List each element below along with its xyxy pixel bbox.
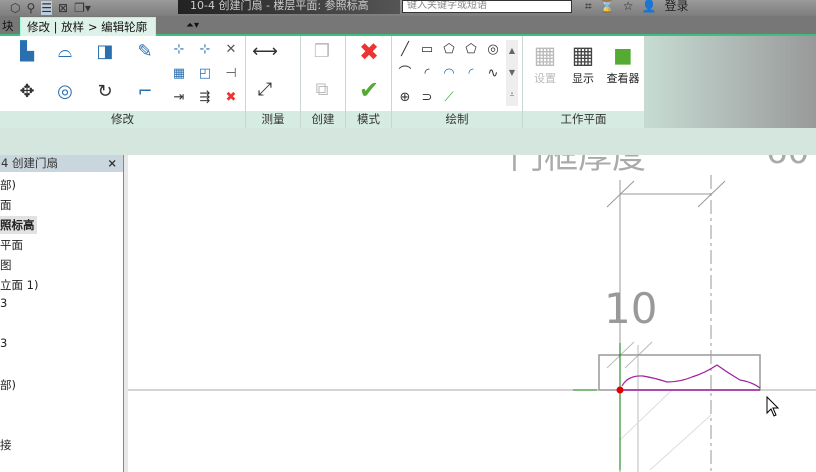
favorites-icon[interactable]: ☆ xyxy=(623,0,634,12)
profile-spline[interactable] xyxy=(621,364,761,389)
browser-item[interactable]: 部) xyxy=(0,176,16,194)
grid-icon: ▦ xyxy=(533,41,557,69)
measure-distance-icon[interactable]: ⤢ xyxy=(252,80,278,100)
inscribed-polygon-icon[interactable]: ⬠ xyxy=(440,40,458,60)
ribbon-minimize-button[interactable]: ⏶▾ xyxy=(180,17,205,36)
mouse-cursor-icon xyxy=(766,395,780,417)
drawing-canvas[interactable]: 门框厚度 60 10 xyxy=(128,155,816,472)
panel-modify: ▙ ⌓ ◨ ✎ ⊹ ⊹ ✕ ✥ ◎ ↻ ⌐ ▦ ◰ ⊣ ⇥ ⇶ ✖ 修改 xyxy=(0,36,246,128)
browser-item-selected[interactable]: 照标高 xyxy=(0,216,37,234)
partial-ellipse-icon[interactable]: ⊃ xyxy=(418,88,436,108)
browser-item[interactable]: 平面 xyxy=(0,236,23,254)
panel-label: 绘制 xyxy=(392,111,522,128)
label-heading-value: 60 xyxy=(766,155,809,172)
rectangle-icon[interactable]: ▭ xyxy=(418,40,436,60)
panel-label: 模式 xyxy=(346,111,391,128)
origin-point[interactable] xyxy=(616,386,624,394)
create-group-icon[interactable]: ❒ xyxy=(309,42,335,62)
panel-measure: ⟷ ⤢ 测量 xyxy=(246,36,301,128)
split-gap-icon[interactable]: ⊹ xyxy=(196,40,214,60)
switch-windows-icon[interactable]: ❐▾ xyxy=(74,1,91,15)
project-browser-header: 4 创建门扇 × xyxy=(0,155,123,172)
show-work-plane-button[interactable]: ▦ 显示 xyxy=(563,40,603,86)
panel-mode: ✖ ✔ 模式 xyxy=(346,36,392,128)
line-icon[interactable]: ╱ xyxy=(396,40,414,60)
window-title: 10-4 创建门扇 - 楼层平面: 参照标高 xyxy=(178,0,400,14)
options-bar xyxy=(0,128,816,155)
binoculars-icon[interactable]: ⌗ xyxy=(585,0,592,12)
search-input[interactable]: 键入关键字或短语 xyxy=(402,0,572,13)
fillet-arc-icon[interactable]: ◜ xyxy=(462,64,480,84)
mirror-axis-icon[interactable]: ◨ xyxy=(92,42,118,62)
work-plane-viewer-button[interactable]: ◼ 查看器 xyxy=(603,40,643,86)
copy-icon[interactable]: ◎ xyxy=(52,82,78,102)
array-icon[interactable]: ▦ xyxy=(170,64,188,84)
browser-item[interactable]: 3 xyxy=(0,334,7,352)
title-bar: ⬡ ⚲ ☰ ⊠ ❐▾ 10-4 创建门扇 - 楼层平面: 参照标高 键入关键字或… xyxy=(0,0,816,16)
mirror-draw-icon[interactable]: ✎ xyxy=(132,42,158,62)
browser-item[interactable]: 面 xyxy=(0,196,12,214)
project-browser: 4 创建门扇 × 部) 面 照标高 平面 图 立面 1) 3 3 部) 接 xyxy=(0,155,124,472)
ribbon: ▙ ⌓ ◨ ✎ ⊹ ⊹ ✕ ✥ ◎ ↻ ⌐ ▦ ◰ ⊣ ⇥ ⇶ ✖ 修改 ⟷ ⤢… xyxy=(0,36,816,128)
ellipse-icon[interactable]: ⊕ xyxy=(396,88,414,108)
unpin-icon[interactable]: ✕ xyxy=(222,40,240,60)
grid-bulb-icon: ▦ xyxy=(571,41,595,69)
tangent-arc-icon[interactable]: ◠ xyxy=(440,64,458,84)
browser-item[interactable]: 接 xyxy=(0,436,12,454)
tab-partial[interactable]: 块 xyxy=(0,17,20,36)
spline-icon[interactable]: ∿ xyxy=(484,64,502,84)
open-icon[interactable]: ⬡ xyxy=(10,1,20,15)
browser-item[interactable]: 3 xyxy=(0,294,7,312)
panel-work-plane: ▦ 设置 ▦ 显示 ◼ 查看器 工作平面 xyxy=(523,36,645,128)
browser-item[interactable]: 部) xyxy=(0,376,16,394)
project-browser-title: 4 创建门扇 xyxy=(1,156,58,170)
cancel-edit-icon[interactable]: ✖ xyxy=(356,40,382,64)
panel-label: 工作平面 xyxy=(523,111,644,128)
trim-extend-icon[interactable]: ⌐ xyxy=(132,82,158,102)
center-arc-icon[interactable]: ◜ xyxy=(418,64,436,84)
scale-icon[interactable]: ◰ xyxy=(196,64,214,84)
panel-label: 创建 xyxy=(301,111,345,128)
start-end-arc-icon[interactable]: ⌒ xyxy=(396,64,414,84)
rotate-icon[interactable]: ↻ xyxy=(92,82,118,102)
hatch-line xyxy=(649,414,712,471)
panel-label: 测量 xyxy=(246,111,300,128)
cube-icon: ◼ xyxy=(613,41,633,69)
create-similar-icon[interactable]: ⧉ xyxy=(309,80,335,100)
circle-icon[interactable]: ◎ xyxy=(484,40,502,60)
delete-icon[interactable]: ✖ xyxy=(222,88,240,108)
align-icon[interactable]: ▙ xyxy=(14,42,40,62)
browser-item[interactable]: 立面 1) xyxy=(0,276,38,294)
login-button[interactable]: 登录 xyxy=(664,0,688,12)
user-icon[interactable]: 👤 xyxy=(641,0,656,12)
label-heading: 门框厚度 xyxy=(510,155,646,177)
circumscribed-polygon-icon[interactable]: ⬠ xyxy=(462,40,480,60)
move-icon[interactable]: ✥ xyxy=(14,82,40,102)
trim-single-icon[interactable]: ⇥ xyxy=(170,88,188,108)
aligned-dimension-icon[interactable]: ⟷ xyxy=(252,42,278,62)
pick-lines-icon[interactable]: ⟋ xyxy=(440,88,458,108)
panel-create: ❒ ⧉ 创建 xyxy=(301,36,346,128)
close-icon[interactable]: × xyxy=(107,155,117,172)
dimension-value[interactable]: 10 xyxy=(604,284,657,333)
panel-label: 修改 xyxy=(0,111,245,128)
measure-icon[interactable]: ⚲ xyxy=(26,1,35,15)
quick-access-toolbar: ⬡ ⚲ ☰ ⊠ ❐▾ xyxy=(0,0,91,16)
tab-modify-sweep-edit-profile[interactable]: 修改 | 放样 > 编辑轮廓 xyxy=(20,17,156,36)
offset-icon[interactable]: ⌓ xyxy=(52,42,78,62)
ribbon-tabs: 块 修改 | 放样 > 编辑轮廓 ⏶▾ xyxy=(0,16,816,36)
subscription-icon[interactable]: ⌛ xyxy=(600,0,615,12)
panel-draw: ╱ ▭ ⬠ ⬠ ◎ ⌒ ◜ ◠ ◜ ∿ ⊕ ⊃ ⟋ ▲ ▼ ⩡ 绘制 xyxy=(392,36,523,128)
thin-lines-icon[interactable]: ☰ xyxy=(41,1,53,15)
drawing-svg: 门框厚度 60 10 xyxy=(128,155,816,472)
pin-icon[interactable]: ⊣ xyxy=(222,64,240,84)
split-icon[interactable]: ⊹ xyxy=(170,40,188,60)
set-work-plane-button[interactable]: ▦ 设置 xyxy=(525,40,565,86)
hatch-line xyxy=(619,389,673,441)
finish-edit-icon[interactable]: ✔ xyxy=(356,78,382,102)
close-hidden-icon[interactable]: ⊠ xyxy=(58,1,68,15)
browser-item[interactable]: 图 xyxy=(0,256,12,274)
trim-multiple-icon[interactable]: ⇶ xyxy=(196,88,214,108)
draw-gallery-scrollbar[interactable]: ▲ ▼ ⩡ xyxy=(506,40,518,106)
